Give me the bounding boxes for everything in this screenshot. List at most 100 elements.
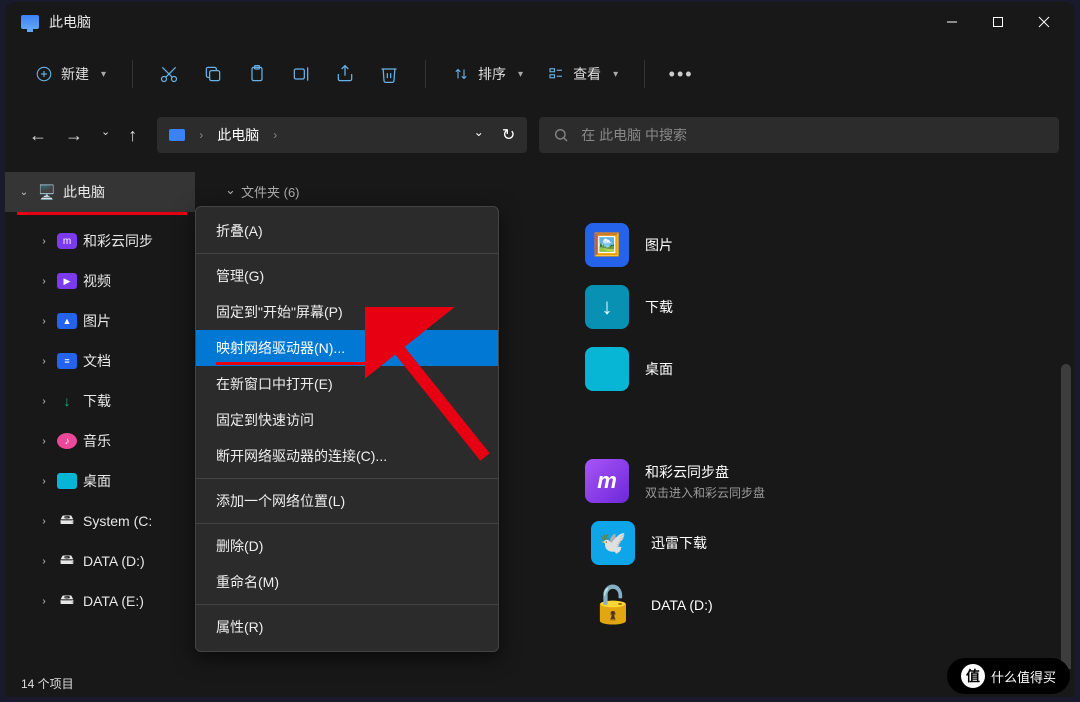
app-xunlei[interactable]: 🕊️ 迅雷下载 — [591, 521, 801, 565]
delete-button[interactable] — [369, 54, 409, 94]
sidebar-item-desktop[interactable]: › 桌面 — [5, 461, 195, 501]
drive-icon: 🖴 — [57, 593, 77, 609]
cm-manage[interactable]: 管理(G) — [196, 258, 498, 294]
up-button[interactable]: ↑ — [128, 125, 137, 146]
clipboard-icon — [247, 64, 267, 84]
cm-open-new-window[interactable]: 在新窗口中打开(E) — [196, 366, 498, 402]
chevron-right-icon[interactable]: › — [37, 276, 51, 287]
trash-icon — [379, 64, 399, 84]
chevron-right-icon[interactable]: › — [37, 596, 51, 607]
view-label: 查看 — [573, 64, 601, 84]
sidebar-item-pictures[interactable]: › ▲ 图片 — [5, 301, 195, 341]
status-bar: 14 个项目 — [5, 669, 1075, 697]
chevron-right-icon: › — [273, 128, 277, 142]
rename-button[interactable] — [281, 54, 321, 94]
cm-disconnect-network-drive[interactable]: 断开网络驱动器的连接(C)... — [196, 438, 498, 474]
chevron-right-icon[interactable]: › — [37, 396, 51, 407]
sidebar-item-label: 此电脑 — [63, 182, 105, 202]
section-folders-header[interactable]: 文件夹 (6) — [225, 182, 1045, 201]
search-input[interactable]: 在 此电脑 中搜索 — [539, 117, 1059, 153]
item-count: 14 个项目 — [21, 675, 74, 692]
chevron-right-icon[interactable]: › — [37, 516, 51, 527]
folder-downloads[interactable]: ↓ 下载 — [585, 285, 795, 329]
new-label: 新建 — [61, 64, 89, 84]
view-button[interactable]: 查看 — [537, 58, 628, 90]
cm-collapse[interactable]: 折叠(A) — [196, 213, 498, 249]
app-hecaiyun[interactable]: m 和彩云同步盘 双击进入和彩云同步盘 — [585, 459, 795, 503]
sidebar-item-music[interactable]: › ♪ 音乐 — [5, 421, 195, 461]
cut-button[interactable] — [149, 54, 189, 94]
chevron-right-icon[interactable]: › — [37, 556, 51, 567]
cm-map-network-drive[interactable]: 映射网络驱动器(N)... — [196, 330, 498, 366]
folder-pictures[interactable]: 🖼️ 图片 — [585, 223, 795, 267]
close-button[interactable] — [1021, 3, 1067, 41]
drive-icon: 🖴 — [57, 513, 77, 529]
plus-circle-icon — [35, 65, 53, 83]
forward-button[interactable]: → — [65, 125, 83, 146]
chevron-down-icon[interactable]: ⌄ — [17, 187, 31, 198]
sidebar-item-label: DATA (D:) — [83, 553, 145, 569]
refresh-button[interactable]: ↻ — [502, 125, 515, 145]
music-icon: ♪ — [57, 433, 77, 449]
chevron-right-icon[interactable]: › — [37, 236, 51, 247]
sidebar-item-drive-e[interactable]: › 🖴 DATA (E:) — [5, 581, 195, 621]
cm-pin-quick-access[interactable]: 固定到快速访问 — [196, 402, 498, 438]
app-label: 迅雷下载 — [651, 533, 707, 553]
chevron-right-icon[interactable]: › — [37, 436, 51, 447]
sidebar-item-label: DATA (E:) — [83, 593, 144, 609]
sidebar-item-label: 音乐 — [83, 431, 111, 451]
drive-d[interactable]: 🔓 DATA (D:) — [591, 583, 801, 627]
cm-pin-start[interactable]: 固定到"开始"屏幕(P) — [196, 294, 498, 330]
xunlei-icon: 🕊️ — [591, 521, 635, 565]
sidebar-item-label: 桌面 — [83, 471, 111, 491]
annotation-underline — [216, 362, 374, 365]
drive-icon: 🖴 — [57, 553, 77, 569]
chevron-right-icon[interactable]: › — [37, 356, 51, 367]
maximize-button[interactable] — [975, 3, 1021, 41]
nav-arrows: ← → ⌄ ↑ — [21, 125, 145, 146]
rename-icon — [291, 64, 311, 84]
folder-desktop[interactable]: 桌面 — [585, 347, 795, 391]
cm-delete[interactable]: 删除(D) — [196, 528, 498, 564]
sidebar-item-documents[interactable]: ›≡文档 — [5, 341, 195, 381]
paste-button[interactable] — [237, 54, 277, 94]
breadcrumb-root[interactable]: 此电脑 — [217, 125, 259, 145]
cm-rename[interactable]: 重命名(M) — [196, 564, 498, 600]
chevron-right-icon[interactable]: › — [37, 476, 51, 487]
sidebar-item-hecaiyun[interactable]: ›m和彩云同步 — [5, 221, 195, 261]
sort-button[interactable]: 排序 — [442, 58, 533, 90]
sort-label: 排序 — [478, 64, 506, 84]
address-bar[interactable]: › 此电脑 › ⌄ ↻ — [157, 117, 527, 153]
this-pc-icon — [169, 129, 185, 141]
history-dropdown-icon[interactable]: ⌄ — [474, 125, 484, 145]
watermark-icon: 值 — [961, 664, 985, 688]
cm-add-network-location[interactable]: 添加一个网络位置(L) — [196, 483, 498, 519]
titlebar: 此电脑 — [5, 2, 1075, 42]
folder-label: 桌面 — [645, 359, 673, 379]
desktop-icon — [57, 473, 77, 489]
sidebar-item-label: 下载 — [83, 391, 111, 411]
new-button[interactable]: 新建 — [25, 58, 116, 90]
chevron-right-icon[interactable]: › — [37, 316, 51, 327]
picture-icon: ▲ — [57, 313, 77, 329]
sidebar-item-drive-d[interactable]: › 🖴 DATA (D:) — [5, 541, 195, 581]
copy-button[interactable] — [193, 54, 233, 94]
sidebar-item-this-pc[interactable]: ⌄ 🖥️ 此电脑 — [5, 172, 195, 212]
minimize-button[interactable] — [929, 3, 975, 41]
toolbar: 新建 排序 查看 ••• — [5, 42, 1075, 106]
sidebar-item-videos[interactable]: ›▶视频 — [5, 261, 195, 301]
copy-icon — [203, 64, 223, 84]
more-button[interactable]: ••• — [661, 54, 701, 94]
share-button[interactable] — [325, 54, 365, 94]
cm-properties[interactable]: 属性(R) — [196, 609, 498, 645]
back-button[interactable]: ← — [29, 125, 47, 146]
recent-button[interactable]: ⌄ — [101, 125, 110, 146]
watermark: 值 什么值得买 — [947, 658, 1070, 694]
sidebar-item-label: 图片 — [83, 311, 111, 331]
sidebar-item-drive-c[interactable]: ›🖴System (C: — [5, 501, 195, 541]
sidebar-item-downloads[interactable]: ›↓下载 — [5, 381, 195, 421]
sidebar-item-label: 文档 — [83, 351, 111, 371]
scrollbar[interactable] — [1061, 364, 1071, 669]
drive-label: DATA (D:) — [651, 597, 713, 613]
sort-icon — [452, 65, 470, 83]
